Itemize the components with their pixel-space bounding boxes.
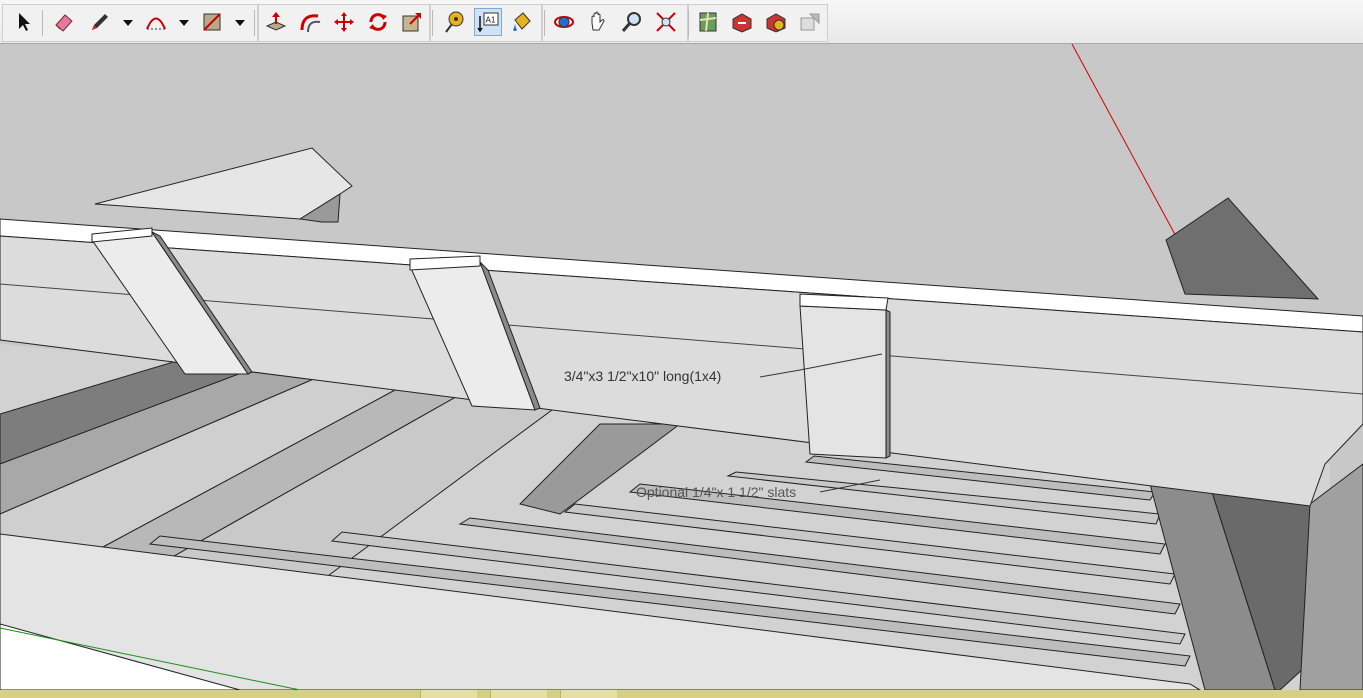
share-component-tool-button[interactable] — [796, 8, 824, 36]
share-model-tool-button[interactable] — [762, 8, 790, 36]
text-tool-icon: A1 — [477, 12, 499, 33]
get-models-tool-button[interactable] — [728, 8, 756, 36]
chevron-down-icon[interactable] — [178, 18, 190, 28]
move-tool-button[interactable] — [330, 8, 358, 36]
select-tool-icon — [19, 13, 30, 31]
toolbar-separator — [432, 10, 433, 36]
taskbar-item[interactable] — [420, 690, 477, 698]
toolbar: A1 — [0, 0, 1363, 44]
toolbar-separator — [254, 10, 255, 36]
taskbar-item[interactable] — [560, 690, 617, 698]
toolbar-separator — [688, 10, 689, 36]
get-models-tool-icon — [732, 13, 752, 33]
push-pull-tool-icon — [265, 12, 287, 31]
toolbar-separator — [544, 10, 545, 36]
share-component-tool-icon — [800, 13, 820, 31]
scale-tool-button[interactable] — [398, 8, 426, 36]
scale-tool-icon — [402, 13, 421, 32]
push-pull-tool-button[interactable] — [262, 8, 290, 36]
follow-me-tool-button[interactable] — [296, 8, 324, 36]
follow-me-tool-icon — [300, 14, 321, 33]
select-tool-button[interactable] — [10, 8, 38, 36]
pan-tool-button[interactable] — [584, 8, 612, 36]
rectangle-tool-button[interactable] — [198, 8, 226, 36]
zoom-tool-icon — [621, 12, 641, 32]
text-tool-button[interactable]: A1 — [474, 8, 502, 36]
pencil-tool-button[interactable] — [86, 8, 114, 36]
board-dimension-label[interactable]: 3/4"x3 1/2"x10" long(1x4) — [564, 368, 721, 384]
vertical-board — [799, 305, 887, 459]
rotate-tool-button[interactable] — [364, 8, 392, 36]
taskbar — [0, 690, 1363, 698]
tape-measure-tool-icon — [445, 11, 464, 33]
zoom-tool-button[interactable] — [618, 8, 646, 36]
eraser-tool-icon — [55, 14, 73, 32]
modeling-viewport[interactable]: 3/4"x3 1/2"x10" long(1x4) Optional 1/4"x… — [0, 44, 1363, 690]
rectangle-tool-icon — [203, 13, 221, 31]
share-model-tool-icon — [766, 13, 786, 33]
rotate-tool-icon — [369, 13, 387, 31]
add-location-tool-icon — [699, 12, 717, 32]
arc-tool-button[interactable] — [142, 8, 170, 36]
model-scene — [0, 44, 1363, 690]
zoom-extents-tool-button[interactable] — [652, 8, 680, 36]
pencil-tool-icon — [92, 14, 108, 30]
toolbar-separator — [42, 10, 43, 36]
taskbar-item[interactable] — [490, 690, 547, 698]
vertical-board-side — [885, 309, 891, 459]
paint-bucket-tool-icon — [513, 12, 531, 31]
add-location-tool-button[interactable] — [694, 8, 722, 36]
chevron-down-icon[interactable] — [122, 18, 134, 28]
orbit-tool-icon — [554, 16, 574, 28]
move-tool-icon — [334, 12, 354, 32]
tape-measure-tool-button[interactable] — [440, 8, 468, 36]
orbit-tool-button[interactable] — [550, 8, 578, 36]
zoom-extents-tool-icon — [656, 12, 676, 32]
paint-bucket-tool-button[interactable] — [508, 8, 536, 36]
text-tool-glyph: A1 — [486, 16, 496, 25]
slat-dimension-label[interactable]: Optional 1/4"x 1 1/2" slats — [636, 484, 796, 500]
pan-tool-icon — [591, 11, 605, 31]
arc-tool-icon — [146, 17, 166, 30]
chevron-down-icon[interactable] — [234, 18, 246, 28]
eraser-tool-button[interactable] — [50, 8, 78, 36]
